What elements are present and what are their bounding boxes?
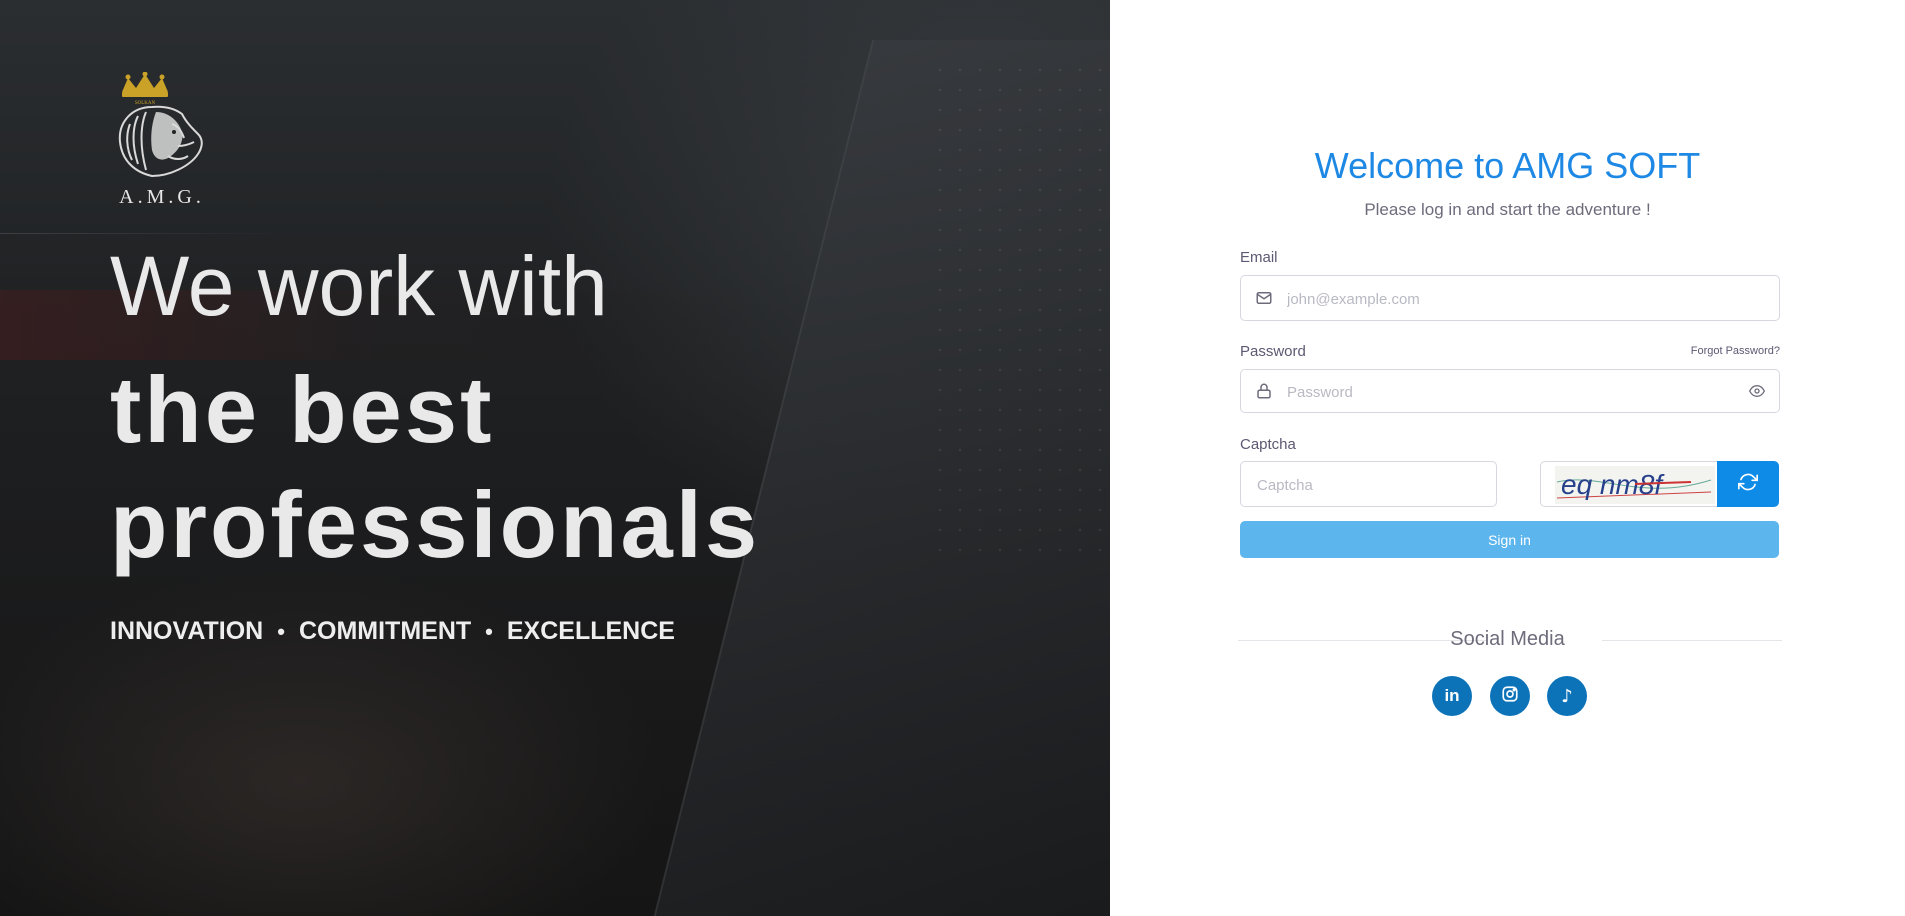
svg-text:SOLKAN: SOLKAN [135,101,156,106]
tagline-separator: • [277,618,285,644]
email-field-wrapper [1240,275,1780,322]
lock-icon [1255,382,1273,405]
password-input[interactable] [1285,370,1739,414]
hero-background-pattern [930,60,1110,560]
email-label: Email [1240,249,1278,266]
hero-divider [0,233,290,234]
company-logo: SOLKAN A.M.G. [112,71,212,212]
instagram-button[interactable] [1490,676,1530,716]
captcha-input[interactable] [1255,462,1489,508]
email-input[interactable] [1285,276,1769,322]
captcha-refresh-button[interactable] [1717,461,1779,507]
social-media-title: Social Media [1450,628,1565,650]
tagline-innovation: INNOVATION [110,617,264,645]
login-panel: Welcome to AMG SOFT Please log in and st… [1110,0,1905,916]
instagram-icon [1501,685,1519,708]
captcha-text: eq nm8f [1561,469,1665,500]
logo-text: A.M.G. [119,186,205,208]
tagline-excellence: EXCELLENCE [506,617,675,645]
tagline-separator: • [485,618,493,644]
password-label: Password [1240,343,1306,360]
tiktok-icon: ♪ [1561,685,1573,707]
mail-icon [1255,289,1273,312]
hero-headline-line-2: professionals [110,472,761,577]
refresh-icon [1738,472,1758,497]
captcha-label: Captcha [1240,436,1296,453]
hero-headline-light: We work with [110,239,608,333]
tagline-commitment: COMMITMENT [298,617,472,645]
login-title: Welcome to AMG SOFT [1314,145,1701,186]
hero-headline-line-1: the best [110,357,495,462]
linkedin-button[interactable]: in [1432,676,1472,716]
captcha-field-wrapper [1240,461,1497,508]
password-field-wrapper [1240,369,1780,414]
linkedin-icon: in [1444,686,1460,705]
hero-tagline: INNOVATION • COMMITMENT • EXCELLENCE [110,617,675,646]
sign-in-button[interactable]: Sign in [1240,521,1779,558]
captcha-image: eq nm8f [1540,461,1735,507]
hero-section: SOLKAN A.M.G. We work with the best prof… [0,0,1110,916]
hero-headline-bold: the best professionals [110,352,760,582]
forgot-password-link[interactable]: Forgot Password? [1691,345,1780,357]
login-subtitle: Please log in and start the adventure ! [1364,200,1651,219]
lion-crown-icon: SOLKAN [118,71,203,178]
eye-icon[interactable] [1749,384,1765,403]
tiktok-button[interactable]: ♪ [1547,676,1587,716]
